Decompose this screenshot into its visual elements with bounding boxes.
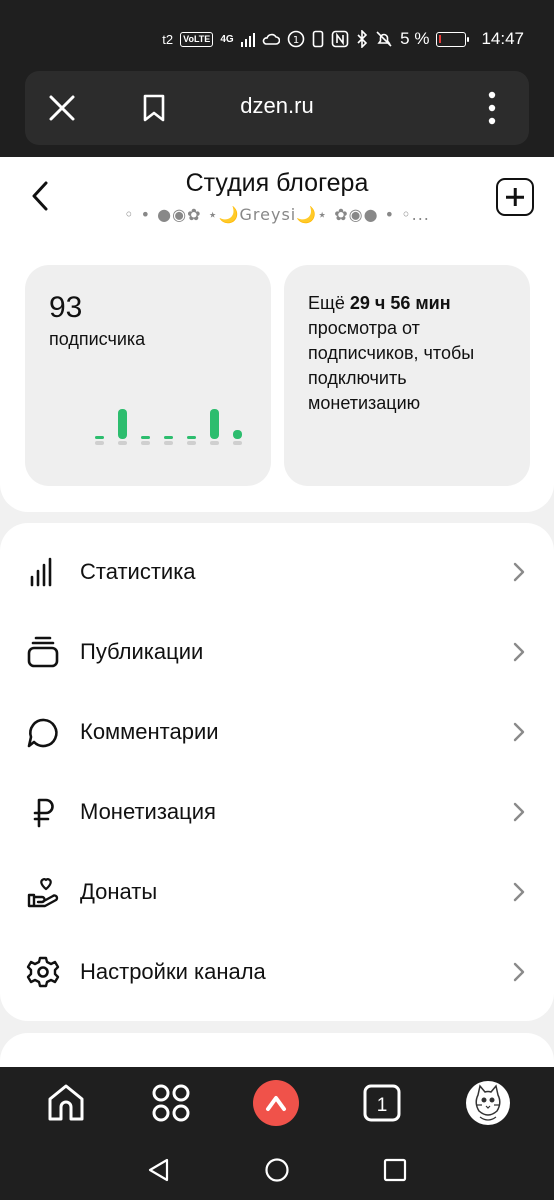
home-icon[interactable] xyxy=(44,1081,88,1125)
mini-chart-baseline xyxy=(210,441,219,445)
monetization-hours: 29 xyxy=(349,293,370,313)
subscribers-card[interactable]: 93 подписчика xyxy=(25,265,271,486)
tabs-count: 1 xyxy=(377,1095,388,1116)
back-triangle-icon[interactable] xyxy=(146,1157,172,1183)
bluetooth-icon xyxy=(357,30,368,48)
mini-chart-baseline xyxy=(187,441,196,445)
signal-icon xyxy=(240,31,256,47)
page-content: Студия блогера ◦ • ●◉✿ ⋆🌙Greysi🌙⋆ ✿◉● • … xyxy=(0,157,554,1067)
menu-label: Комментарии xyxy=(80,719,219,744)
mini-chart-bar xyxy=(233,430,242,439)
monetization-hours-unit: ч xyxy=(369,293,391,313)
mute-icon xyxy=(376,31,392,47)
menu-item-donations[interactable]: Донаты xyxy=(0,853,554,933)
network-type: 4G xyxy=(220,33,234,45)
mini-chart-baseline xyxy=(164,441,173,445)
volte-badge: VoLTE xyxy=(180,31,214,47)
nfc-icon xyxy=(331,30,349,48)
status-icons: t2 VoLTE 4G 1 5 % 14:47 xyxy=(162,29,524,49)
chevron-right-icon xyxy=(513,562,525,582)
cloud-icon xyxy=(262,33,281,45)
browser-address-bar[interactable]: dzen.ru xyxy=(25,71,529,145)
sim-icon: 1 xyxy=(287,30,305,48)
mini-chart-bar xyxy=(164,436,173,439)
menu-item-monetization[interactable]: Монетизация xyxy=(0,773,554,853)
comment-icon xyxy=(27,718,58,748)
bottom-navigation: 1 xyxy=(0,1067,554,1139)
tabs-icon[interactable]: 1 xyxy=(360,1081,404,1125)
channel-name: ◦ • ●◉✿ ⋆🌙Greysi🌙⋆ ✿◉● • ◦... xyxy=(124,205,430,224)
services-grid-icon[interactable] xyxy=(149,1081,193,1125)
mini-chart-bar xyxy=(141,436,150,439)
subscribers-count: 93 xyxy=(49,291,83,324)
avatar[interactable] xyxy=(466,1081,510,1125)
mini-chart-bar xyxy=(187,436,196,439)
donate-icon xyxy=(27,878,59,908)
sim-number: 1 xyxy=(293,35,299,46)
menu-item-comments[interactable]: Комментарии xyxy=(0,693,554,773)
monetization-progress-card[interactable]: Ещё 29 ч 56 мин просмотра от подписчиков,… xyxy=(284,265,530,486)
monetization-minutes: 56 xyxy=(390,293,411,313)
monetization-prefix: Ещё xyxy=(308,293,350,313)
ruble-icon xyxy=(33,798,54,828)
monetization-rest: просмотра от подписчиков, чтобы подключи… xyxy=(308,318,475,413)
chevron-right-icon xyxy=(513,642,525,662)
menu-item-statistics[interactable]: Статистика xyxy=(0,533,554,613)
mini-chart-baseline xyxy=(118,441,127,445)
monetization-minutes-unit: мин xyxy=(410,293,451,313)
subscribers-mini-chart xyxy=(95,405,245,445)
cat-avatar-icon xyxy=(475,1084,501,1121)
page-title: Студия блогера xyxy=(185,169,369,197)
subscribers-label: подписчика xyxy=(49,329,146,349)
menu-item-channel-settings[interactable]: Настройки канала xyxy=(0,933,554,1013)
more-vertical-icon[interactable] xyxy=(483,91,501,125)
screen: t2 VoLTE 4G 1 5 % 14:47 dzen.ru Студия б… xyxy=(0,0,554,1200)
phone-icon xyxy=(312,30,324,48)
menu-label: Настройки канала xyxy=(80,959,266,984)
clock: 14:47 xyxy=(481,29,524,48)
menu-label: Монетизация xyxy=(80,799,216,824)
mini-chart-baseline xyxy=(95,441,104,445)
gear-icon xyxy=(26,956,60,988)
chevron-right-icon xyxy=(513,962,525,982)
battery-fill xyxy=(439,34,442,43)
monetization-text: Ещё 29 ч 56 мин просмотра от подписчиков,… xyxy=(308,291,512,416)
menu-label: Статистика xyxy=(80,559,196,584)
chevron-right-icon xyxy=(513,722,525,742)
system-navigation-bar xyxy=(0,1139,554,1200)
menu-label: Публикации xyxy=(80,639,204,664)
mini-chart-baseline xyxy=(141,441,150,445)
battery-icon xyxy=(436,31,470,47)
operator-label: t2 xyxy=(162,31,174,47)
chevron-right-icon xyxy=(513,882,525,902)
battery-percent: 5 % xyxy=(400,29,430,48)
studio-menu: Статистика Публикации Комментарии Монети… xyxy=(0,523,554,1021)
mini-chart-bar xyxy=(95,436,104,439)
chevron-right-icon xyxy=(513,802,525,822)
mini-chart-bar xyxy=(210,409,219,439)
alice-assistant-button[interactable] xyxy=(253,1080,299,1126)
menu-item-publications[interactable]: Публикации xyxy=(0,613,554,693)
studio-header: Студия блогера ◦ • ●◉✿ ⋆🌙Greysi🌙⋆ ✿◉● • … xyxy=(0,157,554,512)
mini-chart-baseline xyxy=(233,441,242,445)
publications-icon xyxy=(27,636,59,668)
menu-label: Донаты xyxy=(80,879,158,904)
status-bar: t2 VoLTE 4G 1 5 % 14:47 xyxy=(0,0,554,70)
add-publication-button[interactable] xyxy=(496,178,534,216)
home-circle-icon[interactable] xyxy=(264,1157,290,1183)
url-text[interactable]: dzen.ru xyxy=(25,93,529,119)
bar-chart-icon xyxy=(30,557,52,587)
next-section-card xyxy=(0,1033,554,1067)
alice-icon xyxy=(266,1096,286,1111)
recents-square-icon[interactable] xyxy=(382,1157,408,1183)
mini-chart-bar xyxy=(118,409,127,439)
